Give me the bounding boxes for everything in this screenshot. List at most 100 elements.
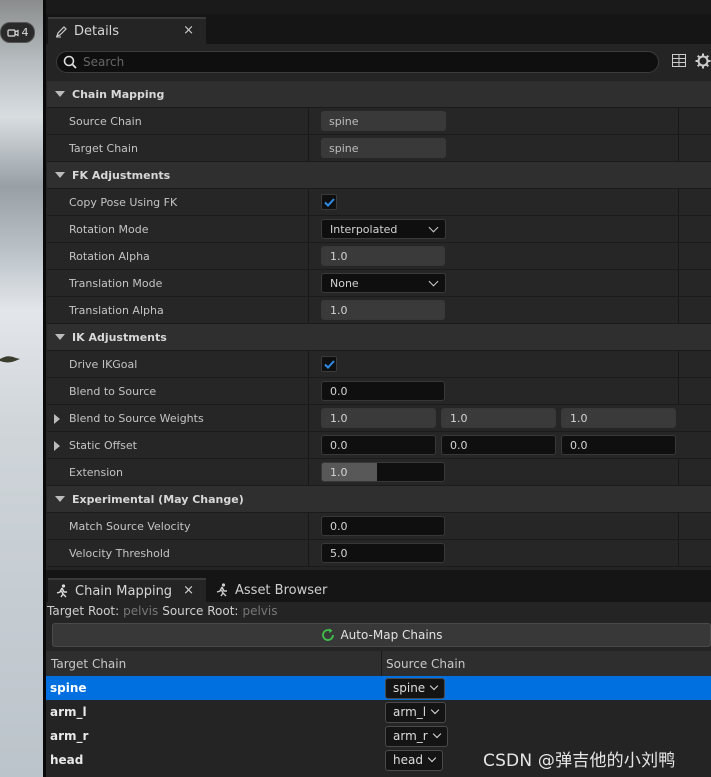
numeric-value: 0.0 <box>570 438 588 452</box>
tab-chain-mapping[interactable]: Chain Mapping × <box>48 578 206 602</box>
rotation-alpha-input[interactable]: 1.0 <box>321 246 445 266</box>
collapse-arrow-icon <box>55 91 65 97</box>
source-chain-field: spine <box>321 111 446 131</box>
property-label: Rotation Alpha <box>69 249 150 263</box>
collapse-arrow-icon <box>55 334 65 340</box>
viewport-preview[interactable]: 4 <box>0 0 43 777</box>
column-header-target[interactable]: Target Chain <box>46 651 382 676</box>
numeric-value: 1.0 <box>450 411 468 425</box>
close-icon[interactable]: × <box>183 23 194 38</box>
blend-weight-x-input[interactable]: 1.0 <box>321 408 436 428</box>
gear-icon[interactable] <box>695 53 711 69</box>
blend-weight-z-input[interactable]: 1.0 <box>561 408 676 428</box>
source-chain-dropdown[interactable]: arm_l <box>385 701 447 723</box>
close-icon[interactable]: × <box>183 583 194 598</box>
property-row-rotation-mode: Rotation Mode Interpolated <box>47 216 711 243</box>
tab-details[interactable]: Details × <box>48 17 206 44</box>
numeric-value: 0.0 <box>450 438 468 452</box>
match-velocity-input[interactable]: 0.0 <box>321 516 445 536</box>
tab-asset-browser-label: Asset Browser <box>235 582 328 598</box>
column-header-source[interactable]: Source Chain <box>382 657 465 671</box>
section-experimental[interactable]: Experimental (May Change) <box>47 486 711 513</box>
section-fk-adjustments[interactable]: FK Adjustments <box>47 162 711 189</box>
running-figure-icon <box>56 584 67 598</box>
source-chain-dropdown[interactable]: head <box>385 749 443 771</box>
section-title: Experimental (May Change) <box>72 492 244 506</box>
property-label: Match Source Velocity <box>69 519 191 533</box>
section-title: IK Adjustments <box>72 330 167 344</box>
translation-mode-dropdown[interactable]: None <box>321 273 446 293</box>
property-label: Velocity Threshold <box>69 546 170 560</box>
section-chain-mapping[interactable]: Chain Mapping <box>47 81 711 108</box>
property-row-copy-pose: Copy Pose Using FK <box>47 189 711 216</box>
search-placeholder: Search <box>83 55 125 69</box>
static-offset-z-input[interactable]: 0.0 <box>561 435 676 455</box>
velocity-threshold-input[interactable]: 5.0 <box>321 543 445 563</box>
tab-details-label: Details <box>74 24 120 39</box>
numeric-value: 1.0 <box>330 465 348 479</box>
target-root-label: Target Root: <box>47 604 120 618</box>
dropdown-value: arm_l <box>393 705 427 719</box>
tab-asset-browser[interactable]: Asset Browser <box>208 578 327 602</box>
numeric-value: 1.0 <box>330 249 348 263</box>
camera-speed-value: 4 <box>21 26 29 39</box>
auto-map-chains-button[interactable]: Auto-Map Chains <box>52 623 711 647</box>
chevron-down-icon <box>428 276 439 286</box>
extension-slider[interactable]: 1.0 <box>321 462 445 482</box>
property-row-static-offset: Static Offset 0.0 0.0 0.0 <box>47 432 711 459</box>
property-row-source-chain: Source Chain spine <box>47 108 711 135</box>
target-chain-cell: arm_l <box>50 705 87 719</box>
property-label: Translation Alpha <box>69 303 164 317</box>
source-chain-dropdown[interactable]: arm_r <box>385 725 448 747</box>
copy-pose-checkbox[interactable] <box>321 194 337 210</box>
table-row[interactable]: arm_l arm_l <box>46 700 711 724</box>
property-label: Static Offset <box>69 438 137 452</box>
chevron-down-icon <box>427 753 437 763</box>
bottom-tabbar: Chain Mapping × Asset Browser <box>46 570 711 602</box>
translation-alpha-input[interactable]: 1.0 <box>321 300 445 320</box>
collapse-arrow-icon <box>55 172 65 178</box>
table-view-icon[interactable] <box>672 54 686 67</box>
table-row[interactable]: arm_r arm_r <box>46 724 711 748</box>
property-label: Blend to Source <box>69 384 157 398</box>
dropdown-value: arm_r <box>393 729 428 743</box>
static-offset-x-input[interactable]: 0.0 <box>321 435 436 455</box>
property-row-velocity-threshold: Velocity Threshold 5.0 <box>47 540 711 567</box>
target-chain-cell: arm_r <box>50 729 89 743</box>
section-ik-adjustments[interactable]: IK Adjustments <box>47 324 711 351</box>
details-panel: Search Chain Mapping Source Chain spine T… <box>46 44 711 570</box>
blend-to-source-input[interactable]: 0.0 <box>321 381 445 401</box>
chevron-down-icon <box>430 705 440 715</box>
blend-weight-y-input[interactable]: 1.0 <box>441 408 556 428</box>
target-root-value: pelvis <box>123 604 159 618</box>
numeric-value: 1.0 <box>570 411 588 425</box>
search-input[interactable]: Search <box>56 51 659 73</box>
table-row[interactable]: spine spine <box>46 676 711 700</box>
camera-speed-button[interactable]: 4 <box>0 22 35 43</box>
static-offset-y-input[interactable]: 0.0 <box>441 435 556 455</box>
pencil-icon <box>56 26 67 38</box>
property-label: Drive IKGoal <box>69 357 138 371</box>
drive-ikgoal-checkbox[interactable] <box>321 356 337 372</box>
watermark: CSDN @弹吉他的小刘鸭 <box>483 751 676 771</box>
checkmark-icon <box>323 197 335 207</box>
property-label: Extension <box>69 465 124 479</box>
rotation-mode-dropdown[interactable]: Interpolated <box>321 219 446 239</box>
property-label: Target Chain <box>69 141 138 155</box>
property-label: Rotation Mode <box>69 222 149 236</box>
expand-arrow-icon[interactable] <box>54 414 60 424</box>
table-header: Target Chain Source Chain <box>46 651 711 676</box>
top-strip <box>46 0 711 14</box>
checkmark-icon <box>323 359 335 369</box>
source-chain-dropdown[interactable]: spine <box>385 677 446 699</box>
chevron-down-icon <box>428 222 439 232</box>
numeric-value: 1.0 <box>330 411 348 425</box>
property-row-match-velocity: Match Source Velocity 0.0 <box>47 513 711 540</box>
numeric-value: 5.0 <box>330 546 348 560</box>
property-row-translation-mode: Translation Mode None <box>47 270 711 297</box>
bird-silhouette <box>0 356 20 363</box>
search-icon <box>63 55 77 69</box>
collapse-arrow-icon <box>55 496 65 502</box>
source-root-value: pelvis <box>242 604 278 618</box>
expand-arrow-icon[interactable] <box>54 441 60 451</box>
